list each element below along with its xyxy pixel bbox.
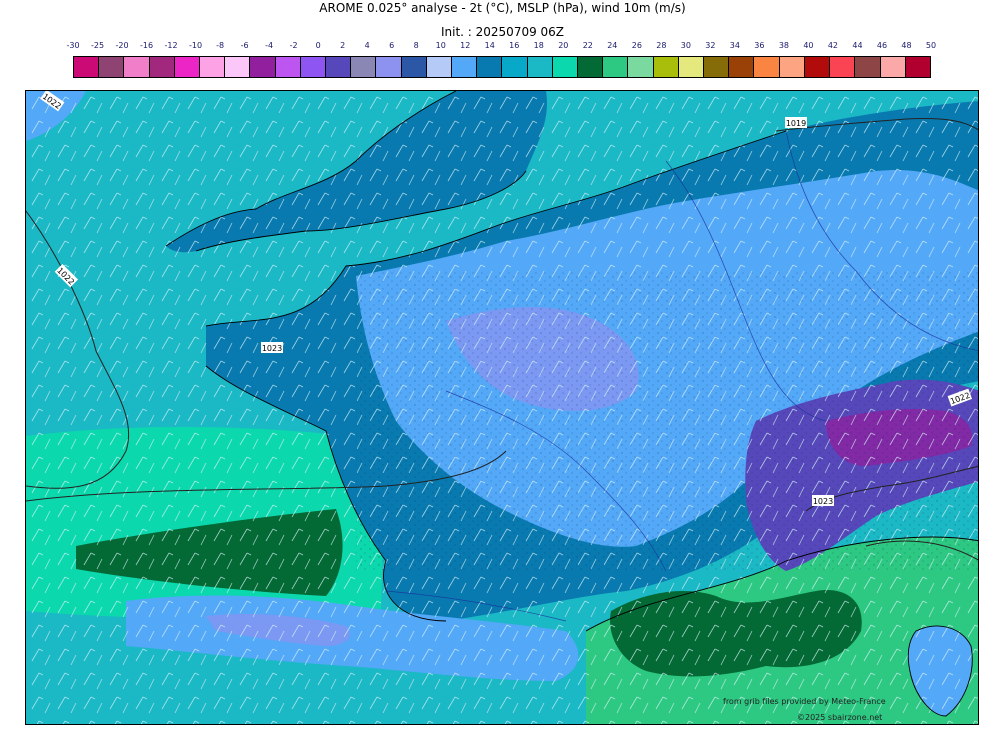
colorbar-tick: 16 (509, 41, 520, 50)
colorbar-tick: 46 (876, 41, 888, 50)
colorbar-tick: -20 (115, 41, 129, 50)
colorbar-swatch (477, 57, 503, 77)
colorbar-swatch (678, 57, 705, 77)
colorbar-swatch (200, 57, 226, 77)
data-provider-credit: from grib files provided by Meteo-France (723, 697, 886, 706)
colorbar-tick: 28 (656, 41, 667, 50)
colorbar-tick: 50 (925, 41, 937, 50)
colorbar-tick: 48 (901, 41, 912, 50)
colorbar-swatch (99, 57, 125, 77)
colorbar-tick: 8 (413, 41, 419, 50)
wind-barbs (26, 91, 978, 724)
colorbar-swatch (426, 57, 453, 77)
colorbar-swatch (351, 57, 377, 77)
colorbar-tick: -8 (216, 41, 225, 50)
colorbar-tick: 14 (484, 41, 495, 50)
colorbar-tick: 12 (460, 41, 471, 50)
colorbar-swatch (552, 57, 579, 77)
colorbar-swatch (74, 57, 100, 77)
colorbar-tick: -2 (289, 41, 298, 50)
colorbar-swatch (149, 57, 175, 77)
colorbar-swatch (376, 57, 402, 77)
colorbar-swatch (502, 57, 528, 77)
colorbar-tick: -16 (139, 41, 154, 50)
colorbar-tick: 20 (558, 41, 569, 50)
colorbar-swatch (300, 57, 327, 77)
colorbar-tick-labels: -30 -25 -20 -16 -12 -10 -8 -6 -4 -2 0 2 4 6 8 10 12 14 16 1… (0, 41, 1005, 53)
temperature-colorbar (73, 56, 931, 78)
colorbar-tick: 26 (631, 41, 642, 50)
colorbar-swatch (779, 57, 805, 77)
colorbar-tick: 4 (364, 41, 370, 50)
colorbar-tick: -10 (189, 41, 203, 50)
isobar-label: 1023 (813, 497, 833, 506)
colorbar-tick: 44 (852, 41, 863, 50)
colorbar-tick: 34 (729, 41, 740, 50)
map-title: AROME 0.025° analyse - 2t (°C), MSLP (hP… (319, 1, 686, 15)
colorbar-tick: 42 (827, 41, 839, 50)
colorbar-tick: 10 (435, 41, 446, 50)
colorbar-swatch (225, 57, 251, 77)
colorbar-swatch (452, 57, 478, 77)
colorbar-tick: -6 (240, 41, 249, 50)
colorbar-swatch (855, 57, 881, 77)
colorbar-tick: 2 (340, 41, 346, 50)
colorbar-tick: -30 (66, 41, 80, 50)
weather-map[interactable]: 1022 1022 1023 1019 1022 1023 (25, 90, 979, 725)
colorbar-swatch (905, 57, 930, 77)
colorbar-tick: 0 (315, 41, 321, 50)
colorbar-swatch (578, 57, 604, 77)
isobar-label: 1023 (262, 344, 282, 353)
isobar-label: 1019 (786, 119, 806, 128)
colorbar-swatch (754, 57, 780, 77)
colorbar-swatch (250, 57, 276, 77)
colorbar-swatch (401, 57, 427, 77)
colorbar-swatch (628, 57, 654, 77)
copyright-credit: ©2025 sbairzone.net (797, 713, 883, 722)
colorbar-tick: 36 (754, 41, 765, 50)
colorbar-swatch (275, 57, 301, 77)
colorbar-tick: 24 (607, 41, 618, 50)
colorbar-swatch (830, 57, 856, 77)
colorbar-tick: 40 (803, 41, 814, 50)
init-time: Init. : 20250709 06Z (440, 25, 565, 39)
colorbar-tick: 38 (778, 41, 789, 50)
colorbar-swatch (527, 57, 553, 77)
colorbar-swatch (729, 57, 755, 77)
colorbar-swatch (174, 57, 201, 77)
colorbar-tick: 30 (680, 41, 691, 50)
colorbar-swatch (704, 57, 730, 77)
colorbar-swatch (880, 57, 906, 77)
colorbar-tick: 18 (533, 41, 544, 50)
colorbar-swatch (124, 57, 150, 77)
colorbar-tick: -4 (265, 41, 274, 50)
colorbar-swatch (653, 57, 679, 77)
colorbar-tick: 6 (389, 41, 395, 50)
colorbar-tick: -25 (90, 41, 105, 50)
colorbar-tick: -12 (164, 41, 178, 50)
colorbar-swatch (804, 57, 831, 77)
colorbar-swatch (603, 57, 629, 77)
colorbar-swatch (326, 57, 352, 77)
colorbar-tick: 22 (582, 41, 593, 50)
colorbar-tick: 32 (705, 41, 716, 50)
